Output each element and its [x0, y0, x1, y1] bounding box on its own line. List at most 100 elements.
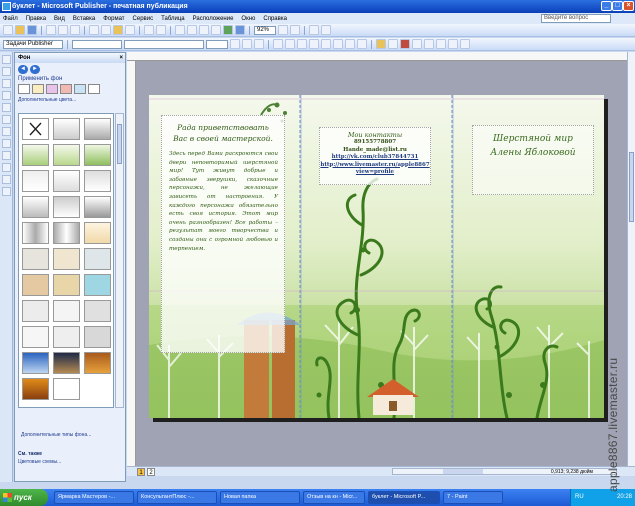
help-search-box[interactable]: Введите вопрос [541, 14, 611, 23]
paste-icon[interactable] [113, 25, 123, 35]
start-button[interactable]: пуск [0, 489, 48, 506]
design-gallery-tool-icon[interactable] [2, 187, 11, 196]
language-indicator[interactable]: RU [575, 494, 584, 500]
more-background-types-link[interactable]: Дополнительные типы фона... [18, 431, 94, 439]
taskbar-item-active[interactable]: буклет - Microsoft P... [368, 491, 440, 504]
columns-icon[interactable] [211, 25, 221, 35]
menu-edit[interactable]: Правка [26, 16, 46, 22]
back-icon[interactable]: ◄ [18, 65, 28, 74]
redo-icon[interactable] [156, 25, 166, 35]
cover-title-box[interactable]: Шерстяной мир Алены Яблоковой [472, 125, 594, 195]
line-style-icon[interactable] [412, 39, 422, 49]
menu-tools[interactable]: Сервис [133, 16, 154, 22]
background-tile[interactable] [53, 144, 80, 166]
fill-color-icon[interactable] [376, 39, 386, 49]
select-tool-icon[interactable] [2, 55, 11, 64]
align-left-icon[interactable] [273, 39, 283, 49]
background-tile[interactable] [22, 196, 49, 218]
background-tile[interactable] [84, 326, 111, 348]
background-tile[interactable] [22, 352, 49, 374]
background-tile[interactable] [53, 352, 80, 374]
background-tile[interactable] [53, 248, 80, 270]
color-swatch[interactable] [32, 84, 44, 94]
justify-icon[interactable] [309, 39, 319, 49]
special-chars-icon[interactable] [309, 25, 319, 35]
background-tile[interactable] [84, 274, 111, 296]
zoom-combo[interactable]: 92% [254, 25, 276, 35]
background-none-tile[interactable] [22, 118, 49, 140]
background-tile[interactable] [22, 144, 49, 166]
autoshapes-tool-icon[interactable] [2, 163, 11, 172]
insert-hyperlink-icon[interactable] [235, 25, 245, 35]
font-color-icon[interactable] [400, 39, 410, 49]
menu-file[interactable]: Файл [3, 16, 18, 22]
font-size-combo[interactable] [206, 39, 228, 49]
forward-icon[interactable]: ► [30, 65, 40, 74]
line-color-icon[interactable] [388, 39, 398, 49]
maximize-button[interactable]: □ [612, 1, 623, 11]
spell-icon[interactable] [70, 25, 80, 35]
background-tile[interactable] [84, 248, 111, 270]
color-schemes-link[interactable]: Цветовые схемы... [15, 458, 125, 466]
menu-insert[interactable]: Вставка [73, 16, 95, 22]
dash-style-icon[interactable] [424, 39, 434, 49]
print-icon[interactable] [46, 25, 56, 35]
vertical-scrollbar[interactable] [627, 52, 635, 466]
shadow-style-icon[interactable] [448, 39, 458, 49]
send-backward-icon[interactable] [187, 25, 197, 35]
color-swatch[interactable] [46, 84, 58, 94]
save-icon[interactable] [27, 25, 37, 35]
menu-help[interactable]: Справка [263, 16, 287, 22]
cut-icon[interactable] [89, 25, 99, 35]
scroll-thumb[interactable] [443, 469, 483, 474]
copy-icon[interactable] [101, 25, 111, 35]
background-tile[interactable] [22, 248, 49, 270]
background-tile[interactable] [84, 352, 111, 374]
bold-icon[interactable] [230, 39, 240, 49]
close-button[interactable]: × [623, 1, 634, 11]
contact-livemaster-link[interactable]: http://www.livemaster.ru/apple8867 [320, 162, 430, 170]
open-icon[interactable] [15, 25, 25, 35]
background-tile[interactable] [53, 170, 80, 192]
color-swatch[interactable] [74, 84, 86, 94]
close-icon[interactable]: × [119, 53, 123, 63]
menu-view[interactable]: Вид [54, 16, 65, 22]
numbering-icon[interactable] [321, 39, 331, 49]
publisher-tasks-button[interactable]: Задачи Publisher [3, 39, 63, 49]
background-tile[interactable] [84, 222, 111, 244]
taskbar-item[interactable]: Ярмарка Мастеров -... [54, 491, 134, 504]
bring-forward-icon[interactable] [175, 25, 185, 35]
align-right-icon[interactable] [297, 39, 307, 49]
arrow-style-icon[interactable] [436, 39, 446, 49]
scroll-thumb[interactable] [629, 152, 634, 222]
taskbar-item[interactable]: Новая папка [220, 491, 300, 504]
background-tile[interactable] [53, 326, 80, 348]
decrease-indent-icon[interactable] [345, 39, 355, 49]
style-combo[interactable] [72, 39, 122, 49]
horizontal-ruler[interactable] [127, 52, 627, 61]
background-tile[interactable] [22, 378, 49, 400]
brochure-page[interactable]: Рада приветствовать Вас в своей мастерск… [149, 95, 604, 418]
background-tile[interactable] [22, 274, 49, 296]
color-swatch[interactable] [60, 84, 72, 94]
contact-vk-link[interactable]: http://vk.com/club37844731 [320, 154, 430, 162]
text-box-tool-icon[interactable] [2, 67, 11, 76]
background-tile[interactable] [84, 118, 111, 140]
taskbar-item[interactable]: Отзыв на кн - Micr... [303, 491, 365, 504]
background-tile[interactable] [84, 144, 111, 166]
contacts-text-box[interactable]: Мои контакты 89155778807 Hande_made@list… [319, 127, 431, 185]
menu-arrange[interactable]: Расположение [193, 16, 234, 22]
hotspot-tool-icon[interactable] [2, 175, 11, 184]
background-tile[interactable] [22, 326, 49, 348]
taskbar-item[interactable]: 7 - Paint [443, 491, 503, 504]
increase-indent-icon[interactable] [357, 39, 367, 49]
gallery-scrollbar[interactable] [115, 113, 124, 408]
background-tile[interactable] [84, 300, 111, 322]
background-tile[interactable] [22, 170, 49, 192]
picture-tool-icon[interactable] [2, 103, 11, 112]
background-tile[interactable] [53, 300, 80, 322]
page-1-tab[interactable]: 1 [137, 468, 145, 476]
zoom-out-icon[interactable] [278, 25, 288, 35]
rectangle-tool-icon[interactable] [2, 151, 11, 160]
menu-table[interactable]: Таблица [161, 16, 185, 22]
